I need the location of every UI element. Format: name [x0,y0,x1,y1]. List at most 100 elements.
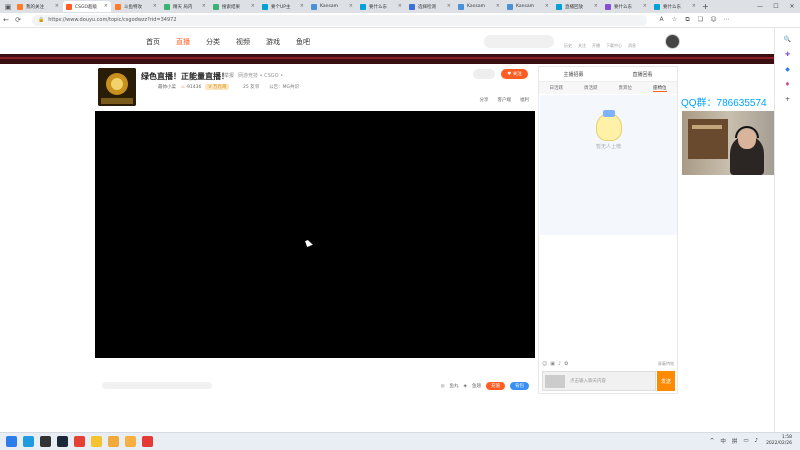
tray-ime-icon[interactable]: 中 [720,437,726,445]
nav-live[interactable]: 直播 [176,37,190,47]
tab-close-icon[interactable]: × [349,3,353,9]
url-field[interactable]: 🔒 https://www.douyu.com/topic/csgodwzz?r… [32,14,647,26]
tray-network-icon[interactable]: ▭ [743,438,748,444]
gift-icon[interactable]: ✿ [564,361,568,367]
user-avatar[interactable] [665,34,680,49]
backpack-button[interactable]: 背包 [510,382,529,390]
tab-replay[interactable]: 直播回看 [632,71,652,78]
tab-close-icon[interactable]: × [447,3,451,9]
minimize-button[interactable]: — [752,0,768,13]
taskbar-obs-icon[interactable] [40,436,51,447]
block-effects-toggle[interactable]: 屏蔽特效 [658,361,674,367]
header-link-messages[interactable]: 消息 [628,43,636,49]
welfare-button[interactable]: 福利 [520,97,529,103]
side-shopping-icon[interactable]: ◆ [775,66,800,73]
browser-tab[interactable]: 要什么东 × [651,1,699,12]
favorite-icon[interactable]: ☆ [668,16,681,24]
header-link-history[interactable]: 历史 [564,43,572,49]
side-plus-icon[interactable]: ✚ [775,51,800,58]
collections-icon[interactable]: ❏ [694,16,707,24]
browser-tab[interactable]: 精天 局内 × [161,1,209,12]
header-link-download[interactable]: 下载中心 [606,43,622,49]
send-button[interactable]: 发送 [657,371,675,391]
taskbar-explorer-icon[interactable] [91,436,102,447]
browser-tab[interactable]: Kansam × [455,1,503,12]
category-breadcrumb[interactable]: 网游竞技 • CSGO • [238,72,283,79]
rank-tab-seat[interactable]: 座椅位 [653,85,667,92]
tab-close-icon[interactable]: × [594,3,598,9]
tray-pinyin-icon[interactable]: 拼 [732,437,738,445]
header-link-broadcast[interactable]: 开播 [592,43,600,49]
streamer-avatar[interactable] [98,68,136,106]
browser-tab[interactable]: CSGO超级 × [63,1,111,12]
browser-tab[interactable]: 搜索结果 × [210,1,258,12]
refresh-icon[interactable]: ⟳ [12,16,24,24]
barrage-icon[interactable]: ▣ [550,361,555,367]
nav-games[interactable]: 游戏 [266,37,280,47]
share-button[interactable]: 分享 [480,97,489,103]
tab-close-icon[interactable]: × [153,3,157,9]
tab-recruit[interactable]: 主播招募 [563,71,583,78]
browser-tab[interactable]: 我的关注 × [14,1,62,12]
more-icon[interactable]: ⋯ [720,16,733,24]
nav-video[interactable]: 视频 [236,37,250,47]
tab-close-icon[interactable]: × [545,3,549,9]
tab-close-icon[interactable]: × [692,3,696,9]
host-name[interactable]: 最帅小菜 [158,84,176,90]
taskbar-app-cat-icon[interactable] [108,436,119,447]
side-games-icon[interactable]: ♦ [775,81,800,88]
report-link[interactable]: 举报 [224,72,234,79]
back-icon[interactable]: ← [0,16,12,24]
speaker-icon[interactable]: ♪ [558,361,561,367]
browser-tab[interactable]: Kansam × [308,1,356,12]
browser-tab[interactable]: 斗鱼特攻 × [112,1,160,12]
tab-close-icon[interactable]: × [251,3,255,9]
chat-input[interactable]: 点击输入聊天内容 [542,371,656,391]
tab-close-icon[interactable]: × [643,3,647,9]
taskbar-app-red-icon[interactable] [142,436,153,447]
tab-close-icon[interactable]: × [55,3,59,9]
video-player[interactable] [95,111,535,358]
rank-tab-vip[interactable]: 贵宾位 [619,85,633,91]
site-search-input[interactable] [484,35,554,48]
clock[interactable]: 1:58 2022/02/26 [766,435,792,447]
browser-tab[interactable]: 要什么东 × [602,1,650,12]
browser-tab[interactable]: 要什么东 × [357,1,405,12]
browser-tab[interactable]: 选择检测 × [406,1,454,12]
browser-tab[interactable]: Kansam × [504,1,552,12]
close-window-button[interactable]: ✕ [784,0,800,13]
tab-close-icon[interactable]: × [496,3,500,9]
read-aloud-icon[interactable]: A [655,16,668,24]
tab-close-icon[interactable]: × [398,3,402,9]
recharge-button[interactable]: 充值 [486,382,505,390]
taskbar-start-icon[interactable] [6,436,17,447]
side-add-icon[interactable]: + [775,96,800,103]
tray-chevron-icon[interactable]: ^ [710,438,715,444]
side-search-icon[interactable]: 🔍 [775,36,800,43]
rank-tab-weekly[interactable]: 周活跃 [584,85,598,91]
tab-close-icon[interactable]: × [300,3,304,9]
tray-volume-icon[interactable]: ♪ [755,438,759,444]
tab-close-icon[interactable]: × [104,3,108,9]
taskbar-steam-icon[interactable] [57,436,68,447]
emoji-icon[interactable]: ☺ [542,361,547,367]
tab-close-icon[interactable]: × [202,3,206,9]
nav-category[interactable]: 分类 [206,37,220,47]
client-button[interactable]: 客户端 [498,97,512,103]
browser-tab[interactable]: 直播回放 × [553,1,601,12]
browser-tab[interactable]: 要个UP主 × [259,1,307,12]
profile-icon[interactable]: ☺ [707,16,720,24]
taskbar-app-cat2-icon[interactable] [125,436,136,447]
maximize-button[interactable]: ☐ [768,0,784,13]
extensions-icon[interactable]: ⧉ [681,16,694,24]
nav-home[interactable]: 首页 [146,37,160,47]
rank-tab-daily[interactable]: 日活跃 [550,85,564,91]
taskbar-chrome-icon[interactable] [74,436,85,447]
header-link-follow[interactable]: 关注 [578,43,586,49]
toggle-switch[interactable] [473,69,495,79]
taskbar-edge-icon[interactable] [23,436,34,447]
tab-actions-icon[interactable]: ▣ [2,3,14,11]
follow-button[interactable]: ♥ 关注 [501,69,528,79]
new-tab-button[interactable]: + [702,2,709,11]
nav-yuba[interactable]: 鱼吧 [296,37,310,47]
